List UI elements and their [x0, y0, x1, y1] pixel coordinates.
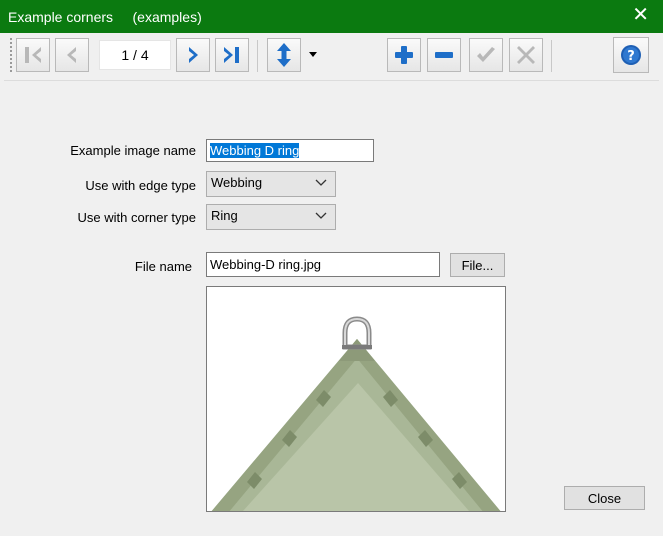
window-close-button[interactable]: ✕	[632, 5, 649, 25]
close-button-label: Close	[587, 490, 622, 506]
window-title: Example corners (examples)	[8, 9, 202, 25]
record-position: 1 / 4	[99, 40, 171, 70]
file-name-label: File name	[134, 259, 192, 274]
sort-dropdown-arrow[interactable]	[309, 52, 317, 57]
first-record-button[interactable]	[16, 38, 50, 72]
corner-type-value: Ring	[211, 208, 238, 223]
title-bar: Example corners (examples) ✕	[0, 0, 663, 33]
shade-sail-photo	[211, 316, 501, 511]
toolbar: 1 / 4 ?	[4, 34, 659, 81]
edge-type-label: Use with edge type	[85, 178, 196, 193]
sort-button[interactable]	[267, 38, 301, 72]
svg-text:?: ?	[627, 49, 635, 64]
file-name-value: Webbing-D ring.jpg	[210, 257, 322, 272]
edge-type-value: Webbing	[211, 175, 263, 190]
last-record-icon	[224, 47, 239, 63]
toolbar-separator	[257, 40, 258, 72]
previous-record-button[interactable]	[55, 38, 89, 72]
chevron-down-icon	[315, 212, 327, 219]
next-record-button[interactable]	[176, 38, 210, 72]
remove-icon	[435, 52, 453, 58]
close-button[interactable]: Close	[564, 486, 645, 510]
first-record-icon	[25, 47, 41, 63]
toolbar-separator	[551, 40, 552, 72]
file-name-input[interactable]: Webbing-D ring.jpg	[206, 252, 440, 277]
chevron-down-icon	[315, 179, 327, 186]
help-button[interactable]: ?	[613, 37, 649, 73]
example-image-name-input[interactable]: Webbing D ring	[206, 139, 374, 162]
next-record-icon	[189, 47, 198, 63]
file-browse-button[interactable]: File...	[450, 253, 505, 277]
last-record-button[interactable]	[215, 38, 249, 72]
add-icon	[395, 46, 413, 64]
toolbar-grip[interactable]	[10, 38, 12, 74]
example-image-preview	[206, 286, 506, 512]
cancel-button[interactable]	[509, 38, 543, 72]
corner-type-select[interactable]: Ring	[206, 204, 336, 230]
sort-updown-icon	[277, 43, 291, 67]
record-position-text: 1 / 4	[121, 47, 149, 63]
checkmark-icon	[477, 47, 495, 62]
cancel-icon	[517, 46, 535, 64]
add-button[interactable]	[387, 38, 421, 72]
file-browse-label: File...	[461, 257, 494, 273]
corner-type-label: Use with corner type	[77, 210, 197, 225]
example-image-name-label: Example image name	[70, 143, 196, 158]
remove-button[interactable]	[427, 38, 461, 72]
help-icon: ?	[621, 45, 641, 65]
edge-type-select[interactable]: Webbing	[206, 171, 336, 197]
example-image-name-value: Webbing D ring	[210, 143, 300, 158]
previous-record-icon	[67, 47, 76, 63]
accept-button[interactable]	[469, 38, 503, 72]
